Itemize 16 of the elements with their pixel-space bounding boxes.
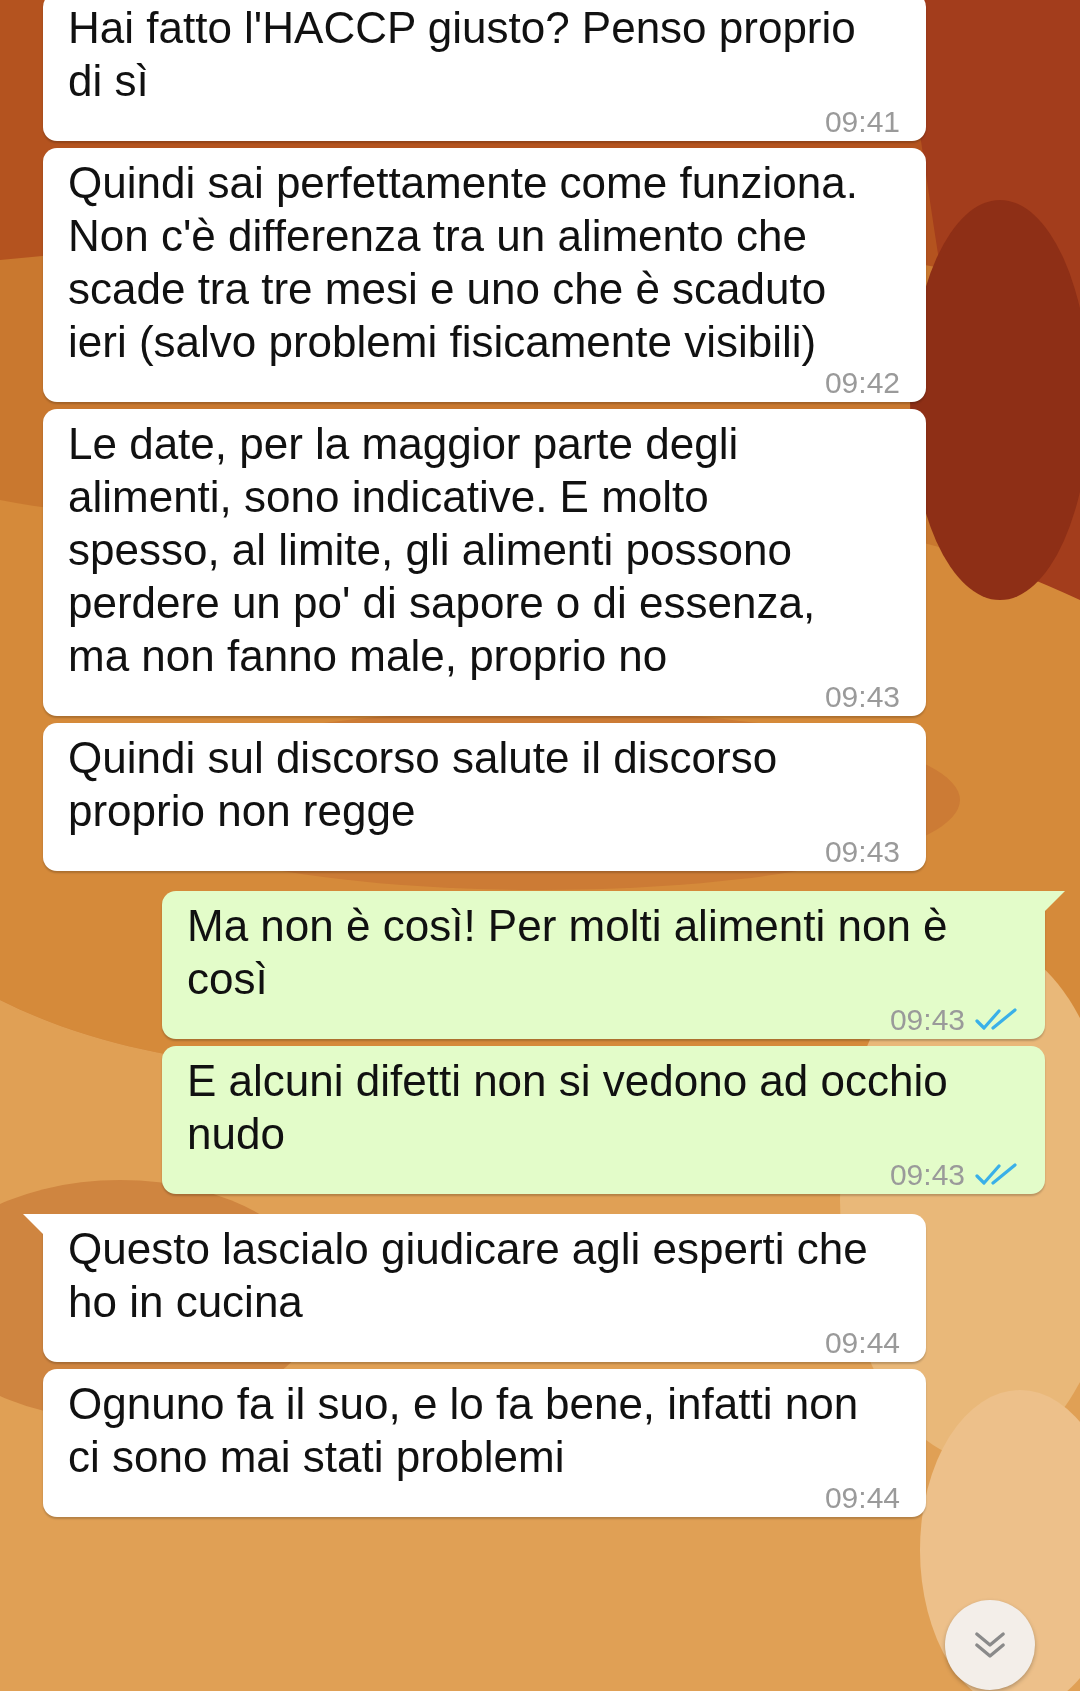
message-time: 09:43 [824, 682, 900, 712]
message-time: 09:42 [824, 368, 900, 398]
message-time: 09:44 [824, 1483, 900, 1513]
message-time: 09:43 [889, 1005, 965, 1035]
message-time: 09:43 [824, 837, 900, 867]
message-time: 09:41 [824, 107, 900, 137]
message-text: Ognuno fa il suo, e lo fa bene, infatti non ci sono mai stati problemi [68, 1378, 860, 1483]
message-time: 09:44 [824, 1328, 900, 1358]
message-text: E alcuni difetti non si vedono ad occhio nudo [187, 1055, 949, 1160]
message-text: Ma non è così! Per molti alimenti non è così [187, 900, 949, 1005]
message-text: Quindi sai perfettamente come funziona. Non c'è differenza tra un alimento che scade tra tre mesi e uno che è scaduto ieri (salvo problemi fisicamente visibili) [68, 157, 859, 368]
message-time: 09:43 [889, 1160, 965, 1190]
message-text: Questo lascialo giudicare agli esperti che ho in cucina [68, 1223, 869, 1328]
message-text: Hai fatto l'HACCP giusto? Penso proprio di sì [68, 2, 857, 107]
message-text: Le date, per la maggior parte degli alimenti, sono indicative. E molto spesso, al limite, gli alimenti possono perdere un po' di sapore o di essenza, ma non fanno male, proprio no [68, 418, 817, 682]
message-text: Quindi sul discorso salute il discorso proprio non regge [68, 732, 779, 837]
